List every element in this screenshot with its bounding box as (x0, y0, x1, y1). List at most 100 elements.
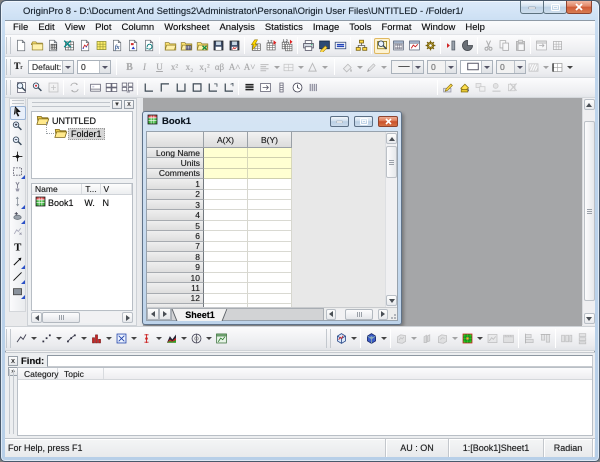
row-header-8[interactable]: 8 (147, 252, 204, 263)
cell[interactable] (248, 189, 292, 200)
line-color-button[interactable] (364, 59, 379, 75)
bold-button[interactable]: B (122, 59, 137, 75)
line-symbol-plot-dropdown[interactable] (79, 331, 88, 347)
results-column-topic[interactable]: Topic (58, 368, 104, 379)
cell[interactable] (204, 231, 248, 242)
cell[interactable] (248, 210, 292, 221)
column-header-t[interactable]: T... (82, 184, 101, 194)
3d-graph-gallery-dropdown[interactable] (379, 331, 388, 347)
row-header-7[interactable]: 7 (147, 241, 204, 253)
worksheet-grid[interactable]: A(X) B(Y) Long Name Units Comments 1 2 3 4 5 6 7 8 9 1… (147, 132, 385, 307)
scroll-left-button[interactable] (31, 312, 42, 323)
zoom-in-button[interactable] (10, 121, 26, 135)
zoom-page-button[interactable] (13, 80, 29, 96)
decrease-font-button[interactable]: A˅ (242, 59, 257, 75)
cell[interactable] (248, 220, 292, 232)
book1-close-button[interactable] (378, 115, 398, 127)
new-project-button[interactable] (13, 38, 29, 54)
scroll-down-button[interactable] (583, 313, 595, 324)
save-template-button[interactable] (226, 38, 242, 54)
insert-image-button[interactable] (484, 331, 500, 347)
prev-sheet-button[interactable] (147, 308, 159, 320)
insert-movie-button[interactable] (500, 331, 516, 347)
scroll-right-button[interactable] (378, 308, 388, 320)
cell[interactable] (204, 262, 248, 273)
superscript-button[interactable]: x² (167, 59, 182, 75)
insert-graph-button[interactable] (393, 331, 409, 347)
column-plot-button[interactable] (88, 331, 104, 347)
duplicate-worksheet-button[interactable] (549, 38, 565, 54)
scroll-thumb[interactable] (345, 308, 373, 320)
scroll-up-button[interactable] (583, 99, 595, 110)
cell[interactable] (204, 158, 248, 169)
open-button[interactable] (162, 38, 178, 54)
increase-font-button[interactable]: A˄ (227, 59, 242, 75)
subscript-button[interactable]: x₂ (182, 59, 197, 75)
print-button[interactable] (300, 38, 316, 54)
combo-dropdown-button[interactable] (481, 61, 492, 73)
template-library-button[interactable] (213, 331, 229, 347)
book1-title-bar[interactable]: Book1 (143, 112, 401, 130)
row-header-9[interactable]: 9 (147, 262, 204, 273)
scroll-thumb[interactable] (42, 312, 80, 323)
column-header-name[interactable]: Name (32, 184, 83, 194)
cell[interactable] (204, 272, 248, 284)
row-header-3[interactable]: 3 (147, 200, 204, 211)
combo-dropdown-button[interactable] (445, 61, 456, 73)
arrow-tool-button[interactable] (10, 256, 26, 270)
scroll-thumb[interactable] (386, 146, 397, 178)
cell[interactable] (248, 179, 292, 190)
scatter-plot-dropdown[interactable] (54, 331, 63, 347)
screen-reader-tool-button[interactable] (10, 151, 26, 165)
book1-hscrollbar[interactable] (326, 308, 388, 320)
menu-statistics[interactable]: Statistics (260, 21, 308, 34)
new-excel-button[interactable] (61, 38, 77, 54)
combo-dropdown-button[interactable] (412, 61, 423, 73)
paste-button[interactable] (512, 38, 528, 54)
menu-format[interactable]: Format (376, 21, 416, 34)
menu-view[interactable]: View (60, 21, 90, 34)
2d-graph-gallery-button[interactable] (333, 331, 349, 347)
distribute-v-button[interactable] (574, 331, 590, 347)
column-header-ax[interactable]: A(X) (204, 132, 248, 148)
new-notes-button[interactable] (141, 38, 157, 54)
row-header-units[interactable]: Units (147, 158, 204, 169)
row-header-long-name[interactable]: Long Name (147, 148, 204, 159)
minimize-button[interactable] (520, 1, 544, 14)
row-header-2[interactable]: 2 (147, 189, 204, 200)
code-builder-button[interactable] (459, 38, 475, 54)
tools-palette-grip[interactable] (11, 100, 24, 104)
font-color-button[interactable] (305, 59, 320, 75)
3d-graph-gallery-button[interactable] (363, 331, 379, 347)
edit-pencil-button[interactable] (440, 80, 456, 96)
menu-image[interactable]: Image (308, 21, 344, 34)
add-color-scale-button[interactable] (273, 80, 289, 96)
greek-button[interactable]: αβ (212, 59, 227, 75)
axis-box-button[interactable] (188, 80, 204, 96)
cell-borders-dropdown[interactable] (565, 59, 574, 75)
row-header-4[interactable]: 4 (147, 210, 204, 221)
axis-bottom-left-button[interactable] (140, 80, 156, 96)
axis-top-left-button[interactable] (156, 80, 172, 96)
column-header-by[interactable]: B(Y) (248, 132, 292, 148)
new-layout-button[interactable] (125, 38, 141, 54)
scroll-left-button[interactable] (326, 308, 336, 320)
toolbar-grip[interactable] (6, 37, 11, 54)
pointer-button[interactable] (9, 106, 26, 120)
menu-worksheet[interactable]: Worksheet (159, 21, 214, 34)
menu-help[interactable]: Help (460, 21, 490, 34)
draw-data-button[interactable] (10, 211, 26, 225)
cell-borders-button[interactable] (550, 59, 565, 75)
menu-tools[interactable]: Tools (344, 21, 376, 34)
font-combo[interactable]: Default: A (28, 60, 74, 74)
align-text-dropdown[interactable] (272, 59, 281, 75)
cell[interactable] (204, 283, 248, 294)
layer-contents-button[interactable] (257, 80, 273, 96)
distribute-h-button[interactable] (558, 331, 574, 347)
polar-plot-dropdown[interactable] (204, 331, 213, 347)
new-matrix-button[interactable] (93, 38, 109, 54)
row-header-11[interactable]: 11 (147, 283, 204, 294)
insert-graph-dropdown[interactable] (409, 331, 418, 347)
import-wizard-button[interactable] (247, 38, 263, 54)
font-size-combo[interactable]: 0 (77, 60, 111, 74)
